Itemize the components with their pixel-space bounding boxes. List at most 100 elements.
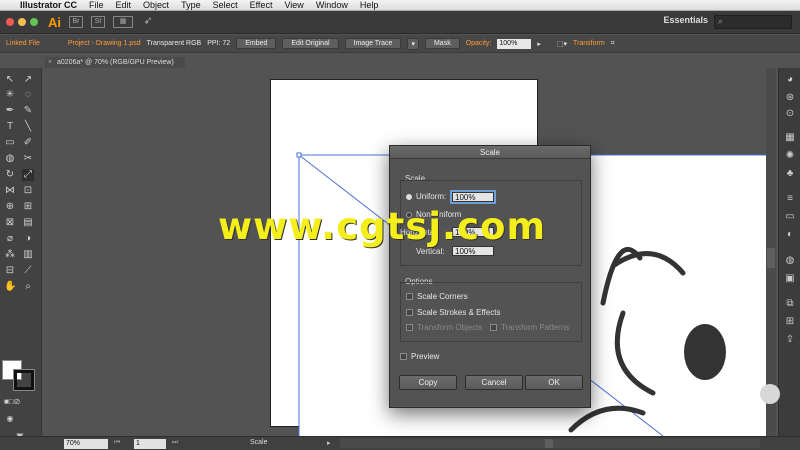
gradient-panel-icon[interactable]: ▭: [784, 211, 796, 223]
uniform-radio[interactable]: [406, 193, 412, 200]
menu-edit[interactable]: Edit: [116, 0, 132, 10]
magic-wand-tool-icon[interactable]: ✳: [4, 89, 16, 101]
transparency-panel-icon[interactable]: ◐: [784, 229, 796, 241]
arrange-documents-icon[interactable]: ▦: [113, 16, 133, 28]
swatches-panel-icon[interactable]: ▦: [784, 132, 796, 144]
line-segment-tool-icon[interactable]: ╲: [22, 121, 34, 133]
stroke-panel-icon[interactable]: ≡: [784, 193, 796, 205]
draw-mode-icon[interactable]: ◉: [4, 413, 16, 425]
cancel-button[interactable]: Cancel: [465, 375, 523, 390]
minimize-window-button[interactable]: [18, 18, 26, 26]
layers-panel-icon[interactable]: ⧉: [784, 298, 796, 310]
graphic-styles-icon[interactable]: ▣: [784, 273, 796, 285]
bridge-button[interactable]: Br: [69, 16, 83, 28]
scale-corners-option[interactable]: Scale Corners: [406, 292, 468, 301]
perspective-grid-tool-icon[interactable]: ⊞: [22, 201, 34, 213]
opacity-label[interactable]: Opacity:: [466, 40, 492, 47]
transform-options-icon[interactable]: ⌗: [611, 40, 615, 48]
artboards-panel-icon[interactable]: ⊞: [784, 316, 796, 328]
zoom-tool-icon[interactable]: ⌕: [22, 281, 34, 293]
selection-tool-icon[interactable]: ↖: [4, 74, 16, 86]
linked-file-link[interactable]: Linked File: [6, 40, 40, 47]
shape-builder-tool-icon[interactable]: ⊕: [4, 201, 16, 213]
gpu-performance-icon[interactable]: ➶: [141, 16, 155, 28]
scale-strokes-option[interactable]: Scale Strokes & Effects: [406, 308, 500, 317]
image-trace-presets-button[interactable]: ▾: [407, 37, 419, 50]
status-current-tool[interactable]: Scale: [250, 439, 268, 446]
vertical-scroll-thumb[interactable]: [767, 248, 775, 268]
opacity-input[interactable]: 100%: [497, 38, 532, 49]
shaper-tool-icon[interactable]: ◍: [4, 153, 16, 165]
menu-object[interactable]: Object: [143, 0, 169, 10]
color-panel-icon[interactable]: ◕: [784, 74, 796, 86]
preview-option[interactable]: Preview: [400, 352, 439, 361]
asset-export-icon[interactable]: ⇪: [784, 334, 796, 346]
pen-tool-icon[interactable]: ✒: [4, 105, 16, 117]
stock-button[interactable]: St: [91, 16, 105, 28]
width-tool-icon[interactable]: ⋈: [4, 185, 16, 197]
preview-checkbox[interactable]: [400, 353, 407, 360]
color-mode-icon[interactable]: ■□⊘: [4, 396, 20, 408]
file-name-link[interactable]: Project - Drawing 1.psd: [68, 40, 141, 47]
mesh-tool-icon[interactable]: ⊠: [4, 217, 16, 229]
menu-app-name[interactable]: Illustrator CC: [20, 0, 77, 10]
embed-button[interactable]: Embed: [236, 38, 277, 49]
hand-tool-icon[interactable]: ✋: [4, 281, 16, 293]
curvature-tool-icon[interactable]: ✎: [22, 105, 34, 117]
color-guide-icon[interactable]: ⊛: [784, 92, 796, 104]
menu-file[interactable]: File: [89, 0, 104, 10]
slice-tool-icon[interactable]: ⟋: [22, 265, 34, 277]
rectangle-tool-icon[interactable]: ▭: [4, 137, 16, 149]
first-artboard-icon[interactable]: ⏮: [114, 439, 120, 447]
transform-link[interactable]: Transform: [573, 40, 605, 47]
menu-window[interactable]: Window: [316, 0, 348, 10]
menu-effect[interactable]: Effect: [250, 0, 273, 10]
edit-original-button[interactable]: Edit Original: [282, 38, 339, 49]
close-window-button[interactable]: [6, 18, 14, 26]
copy-button[interactable]: Copy: [399, 375, 457, 390]
opacity-dropdown-icon[interactable]: ▸: [537, 40, 541, 48]
zoom-level-input[interactable]: 70%: [64, 439, 108, 449]
scale-strokes-checkbox[interactable]: [406, 309, 413, 316]
stroke-swatch[interactable]: [13, 369, 35, 391]
horizontal-scrollbar[interactable]: [340, 439, 760, 448]
status-menu-icon[interactable]: ▸: [327, 439, 331, 447]
symbols-panel-icon[interactable]: ♣: [784, 168, 796, 180]
gradient-tool-icon[interactable]: ▤: [22, 217, 34, 229]
vertical-scrollbar[interactable]: [766, 68, 776, 436]
zoom-window-button[interactable]: [30, 18, 38, 26]
brushes-panel-icon[interactable]: ✺: [784, 150, 796, 162]
mask-button[interactable]: Mask: [424, 38, 460, 49]
artboard-number-input[interactable]: 1: [134, 439, 166, 449]
column-graph-tool-icon[interactable]: ▥: [22, 249, 34, 261]
workspace-switcher[interactable]: Essentials: [663, 15, 708, 25]
eyedropper-tool-icon[interactable]: ⌀: [4, 233, 16, 245]
menu-view[interactable]: View: [284, 0, 303, 10]
horizontal-scroll-thumb[interactable]: [545, 439, 553, 448]
artboard-tool-icon[interactable]: ⊟: [4, 265, 16, 277]
menu-type[interactable]: Type: [181, 0, 201, 10]
uniform-input[interactable]: 100%: [450, 190, 496, 204]
scissors-tool-icon[interactable]: ✂: [22, 153, 34, 165]
ok-button[interactable]: OK: [525, 375, 583, 390]
blend-tool-icon[interactable]: ◑: [22, 233, 34, 245]
menu-select[interactable]: Select: [213, 0, 238, 10]
close-tab-icon[interactable]: ×: [48, 57, 52, 68]
document-tab[interactable]: × a0206a* @ 70% (RGB/GPU Preview): [45, 57, 185, 68]
type-tool-icon[interactable]: T: [4, 121, 16, 133]
last-artboard-icon[interactable]: ⏭: [172, 439, 178, 447]
direct-selection-tool-icon[interactable]: ↗: [22, 74, 34, 86]
lasso-tool-icon[interactable]: ◌: [22, 89, 34, 101]
symbol-sprayer-tool-icon[interactable]: ⁂: [4, 249, 16, 261]
scale-tool-icon[interactable]: ⤢: [22, 169, 34, 181]
scale-corners-checkbox[interactable]: [406, 293, 413, 300]
image-trace-button[interactable]: Image Trace: [344, 38, 402, 49]
menu-help[interactable]: Help: [360, 0, 379, 10]
help-search-input[interactable]: ⌕: [714, 15, 792, 29]
uniform-option[interactable]: Uniform:: [406, 192, 446, 201]
free-transform-tool-icon[interactable]: ⊡: [22, 185, 34, 197]
rotate-tool-icon[interactable]: ↻: [4, 169, 16, 181]
paintbrush-tool-icon[interactable]: ✐: [22, 137, 34, 149]
cc-libraries-icon[interactable]: ⊙: [784, 108, 796, 120]
appearance-panel-icon[interactable]: ◍: [784, 255, 796, 267]
